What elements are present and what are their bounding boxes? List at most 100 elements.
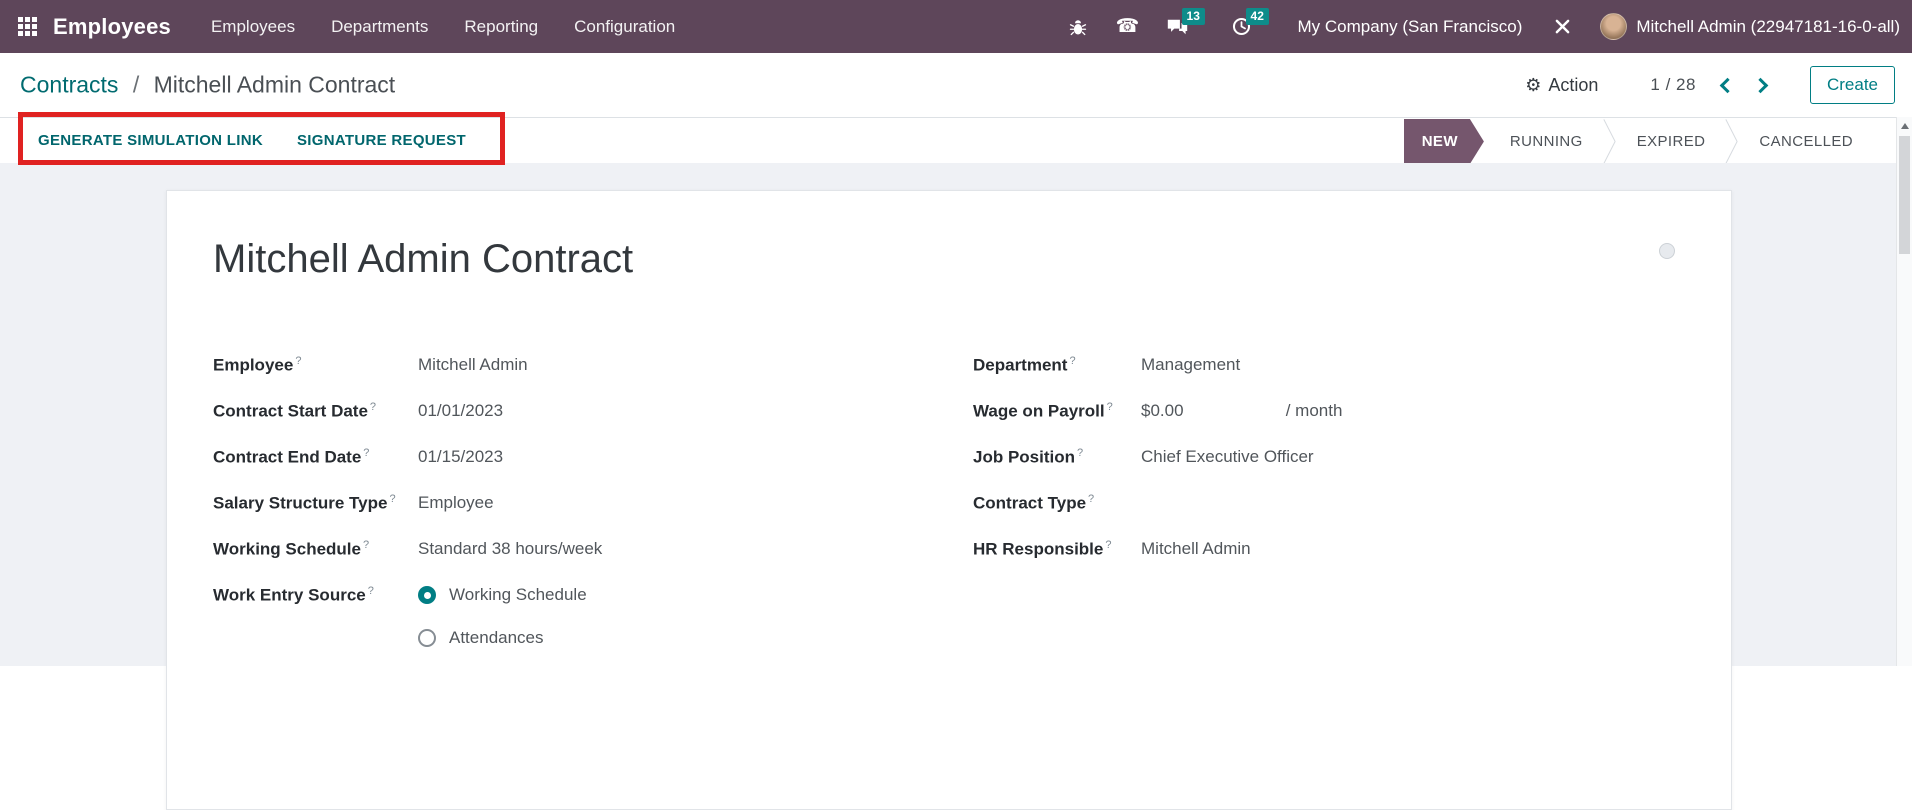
department-label: Department (973, 355, 1067, 374)
contract-type-label: Contract Type (973, 493, 1086, 512)
status-step-expired[interactable]: EXPIRED (1611, 119, 1732, 164)
form-view-background: Mitchell Admin Contract Employee? Mitche… (0, 163, 1912, 666)
statusbar: NEW RUNNING EXPIRED CANCELLED (1404, 119, 1879, 164)
contract-end-date-value[interactable]: 01/15/2023 (418, 447, 503, 467)
messages-count-badge: 13 (1182, 8, 1205, 25)
radio-attendances-unselected[interactable] (418, 629, 436, 647)
vertical-scrollbar[interactable] (1896, 117, 1912, 666)
help-icon: ? (363, 447, 369, 459)
breadcrumb-current: Mitchell Admin Contract (154, 72, 396, 98)
status-step-running[interactable]: RUNNING (1484, 119, 1609, 164)
user-menu[interactable]: Mitchell Admin (22947181-16-0-all) (1636, 17, 1900, 37)
record-status-circle (1659, 243, 1675, 259)
form-button-row: GENERATE SIMULATION LINK SIGNATURE REQUE… (0, 117, 1896, 163)
radio-attendances-label[interactable]: Attendances (449, 628, 544, 648)
field-row-contract-start-date: Contract Start Date? 01/01/2023 (213, 388, 813, 434)
field-row-wage-on-payroll: Wage on Payroll? $0.00 / month (973, 388, 1613, 434)
help-icon: ? (295, 355, 301, 367)
menu-employees[interactable]: Employees (211, 17, 295, 37)
menu-reporting[interactable]: Reporting (464, 17, 538, 37)
user-avatar[interactable] (1600, 13, 1627, 40)
radio-working-schedule-label[interactable]: Working Schedule (449, 585, 587, 605)
form-left-column: Employee? Mitchell Admin Contract Start … (213, 342, 813, 658)
bug-icon[interactable] (1066, 15, 1090, 39)
work-entry-source-label: Work Entry Source (213, 585, 366, 604)
help-icon: ? (389, 493, 395, 505)
wage-amount-value[interactable]: $0.00 (1141, 401, 1281, 421)
generate-simulation-link-button[interactable]: GENERATE SIMULATION LINK (38, 132, 263, 149)
action-menu-button[interactable]: ⚙ Action (1525, 75, 1598, 96)
pager-next-icon[interactable] (1753, 77, 1769, 93)
salary-structure-type-value[interactable]: Employee (418, 493, 494, 513)
status-step-separator (1609, 119, 1611, 164)
working-schedule-label: Working Schedule (213, 539, 361, 558)
debug-tools-icon[interactable] (1550, 15, 1574, 39)
job-position-value[interactable]: Chief Executive Officer (1141, 447, 1314, 467)
employee-value[interactable]: Mitchell Admin (418, 355, 528, 375)
breadcrumb: Contracts / Mitchell Admin Contract (20, 72, 395, 99)
contract-title: Mitchell Admin Contract (213, 237, 633, 282)
control-panel-right: ⚙ Action 1 / 28 Create (1525, 66, 1895, 104)
status-step-cancelled[interactable]: CANCELLED (1733, 119, 1879, 164)
help-icon: ? (1069, 355, 1075, 367)
help-icon: ? (1105, 539, 1111, 551)
create-button[interactable]: Create (1810, 66, 1895, 104)
field-row-department: Department? Management (973, 342, 1613, 388)
radio-working-schedule-selected[interactable] (418, 586, 436, 604)
record-pager-count: 1 / 28 (1650, 75, 1696, 95)
control-panel: Contracts / Mitchell Admin Contract ⚙ Ac… (0, 53, 1912, 117)
scrollbar-thumb[interactable] (1899, 136, 1910, 254)
form-right-column: Department? Management Wage on Payroll? … (973, 342, 1613, 572)
help-icon: ? (1077, 447, 1083, 459)
field-row-job-position: Job Position? Chief Executive Officer (973, 434, 1613, 480)
hr-responsible-value[interactable]: Mitchell Admin (1141, 539, 1251, 559)
department-value[interactable]: Management (1141, 355, 1240, 375)
field-row-salary-structure-type: Salary Structure Type? Employee (213, 480, 813, 526)
breadcrumb-contracts-link[interactable]: Contracts (20, 72, 118, 98)
navbar-right: ☎ 13 42 My Company (San Francisco) Mitch… (1040, 13, 1900, 40)
field-row-contract-type: Contract Type? (973, 480, 1613, 526)
gear-icon: ⚙ (1525, 75, 1541, 96)
menu-configuration[interactable]: Configuration (574, 17, 675, 37)
job-position-label: Job Position (973, 447, 1075, 466)
contract-start-date-label: Contract Start Date (213, 401, 368, 420)
hr-responsible-label: HR Responsible (973, 539, 1103, 558)
wage-on-payroll-label: Wage on Payroll (973, 401, 1105, 420)
smart-buttons: GENERATE SIMULATION LINK SIGNATURE REQUE… (38, 118, 466, 163)
action-label: Action (1548, 75, 1598, 96)
activity-clock-icon[interactable]: 42 (1230, 15, 1254, 39)
status-step-new[interactable]: NEW (1404, 119, 1484, 164)
help-icon: ? (370, 401, 376, 413)
field-row-working-schedule: Working Schedule? Standard 38 hours/week (213, 526, 813, 572)
field-row-work-entry-source: Work Entry Source? Working Schedule (213, 572, 813, 618)
contract-start-date-value[interactable]: 01/01/2023 (418, 401, 503, 421)
company-switcher[interactable]: My Company (San Francisco) (1298, 17, 1523, 37)
main-menu: Employees Departments Reporting Configur… (211, 17, 675, 37)
help-icon: ? (363, 539, 369, 551)
messages-icon[interactable]: 13 (1166, 15, 1190, 39)
scrollbar-up-arrow-icon[interactable] (1901, 123, 1909, 129)
help-icon: ? (1088, 493, 1094, 505)
apps-grid-icon[interactable] (18, 17, 37, 36)
field-row-attendances-option: Attendances (418, 618, 813, 658)
activity-count-badge: 42 (1246, 8, 1269, 25)
status-step-separator (1731, 119, 1733, 164)
phone-icon[interactable]: ☎ (1116, 15, 1140, 39)
contract-form-sheet: Mitchell Admin Contract Employee? Mitche… (166, 190, 1732, 810)
breadcrumb-separator: / (133, 72, 139, 98)
menu-departments[interactable]: Departments (331, 17, 428, 37)
help-icon: ? (368, 585, 374, 597)
salary-structure-type-label: Salary Structure Type (213, 493, 387, 512)
field-row-contract-end-date: Contract End Date? 01/15/2023 (213, 434, 813, 480)
field-row-employee: Employee? Mitchell Admin (213, 342, 813, 388)
contract-end-date-label: Contract End Date (213, 447, 361, 466)
help-icon: ? (1107, 401, 1113, 413)
top-navbar: Employees Employees Departments Reportin… (0, 0, 1912, 53)
signature-request-button[interactable]: SIGNATURE REQUEST (297, 132, 466, 149)
wage-period-suffix: / month (1286, 401, 1343, 420)
app-brand[interactable]: Employees (53, 14, 171, 40)
employee-label: Employee (213, 355, 293, 374)
field-row-hr-responsible: HR Responsible? Mitchell Admin (973, 526, 1613, 572)
working-schedule-value[interactable]: Standard 38 hours/week (418, 539, 602, 559)
pager-previous-icon[interactable] (1720, 77, 1736, 93)
